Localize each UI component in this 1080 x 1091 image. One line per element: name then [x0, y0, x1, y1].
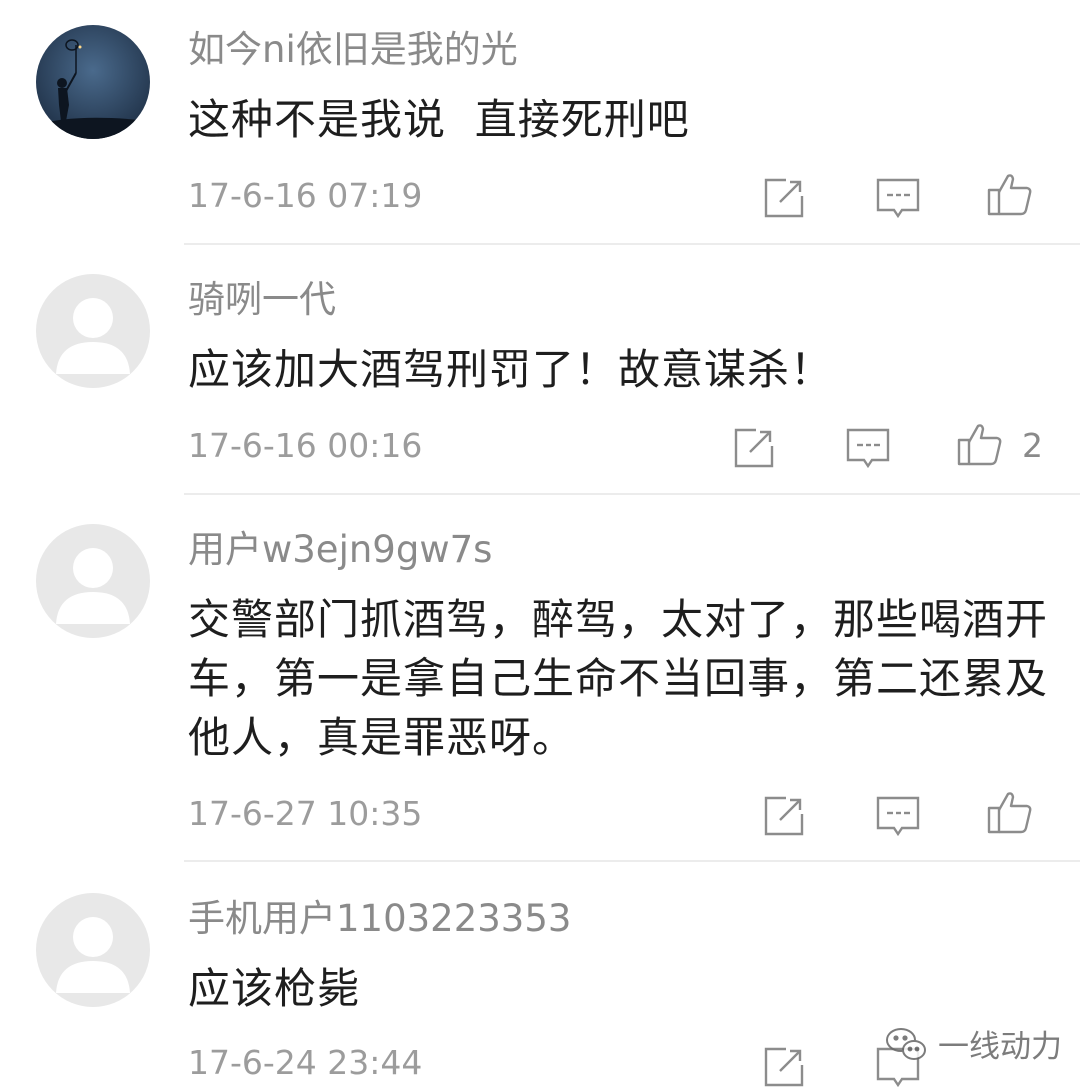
share-edit-icon[interactable] — [730, 424, 778, 472]
watermark-text: 一线动力 — [938, 1029, 1062, 1065]
comment-username[interactable]: 如今ni依旧是我的光 — [188, 28, 518, 72]
share-edit-icon[interactable] — [760, 1043, 808, 1091]
thumbs-up-icon[interactable] — [956, 420, 1004, 468]
comment-bubble-icon[interactable] — [874, 174, 922, 222]
comment-bubble-icon[interactable] — [874, 792, 922, 840]
comment-username[interactable]: 用户w3ejn9gw7s — [188, 528, 492, 572]
comment-content: 这种不是我说 直接死刑吧 — [188, 95, 690, 144]
divider — [184, 493, 1080, 495]
share-edit-icon[interactable] — [760, 792, 808, 840]
avatar[interactable] — [36, 25, 150, 139]
watermark: 一线动力 — [884, 1021, 1062, 1066]
divider — [184, 243, 1080, 245]
avatar[interactable] — [36, 274, 150, 388]
wechat-icon — [886, 1027, 926, 1060]
thumbs-up-icon[interactable] — [986, 170, 1034, 218]
comment-timestamp: 17-6-16 00:16 — [188, 426, 423, 465]
comment-timestamp: 17-6-27 10:35 — [188, 794, 423, 833]
comment-content: 交警部门抓酒驾，醉驾，太对了，那些喝酒开车，第一是拿自己生命不当回事，第二还累及… — [188, 595, 1049, 762]
comment-bubble-icon[interactable] — [844, 424, 892, 472]
like-count: 2 — [1022, 426, 1043, 465]
divider — [184, 860, 1080, 862]
comment-content: 应该枪毙 — [188, 964, 361, 1013]
comment-timestamp: 17-6-16 07:19 — [188, 176, 423, 215]
comment-username[interactable]: 骑咧一代 — [188, 278, 336, 322]
comment-timestamp: 17-6-24 23:44 — [188, 1043, 423, 1082]
share-edit-icon[interactable] — [760, 174, 808, 222]
comment-content: 应该加大酒驾刑罚了！故意谋杀！ — [188, 345, 834, 394]
comment-username[interactable]: 手机用户1103223353 — [188, 897, 571, 941]
avatar[interactable] — [36, 524, 150, 638]
thumbs-up-icon[interactable] — [986, 788, 1034, 836]
avatar[interactable] — [36, 893, 150, 1007]
